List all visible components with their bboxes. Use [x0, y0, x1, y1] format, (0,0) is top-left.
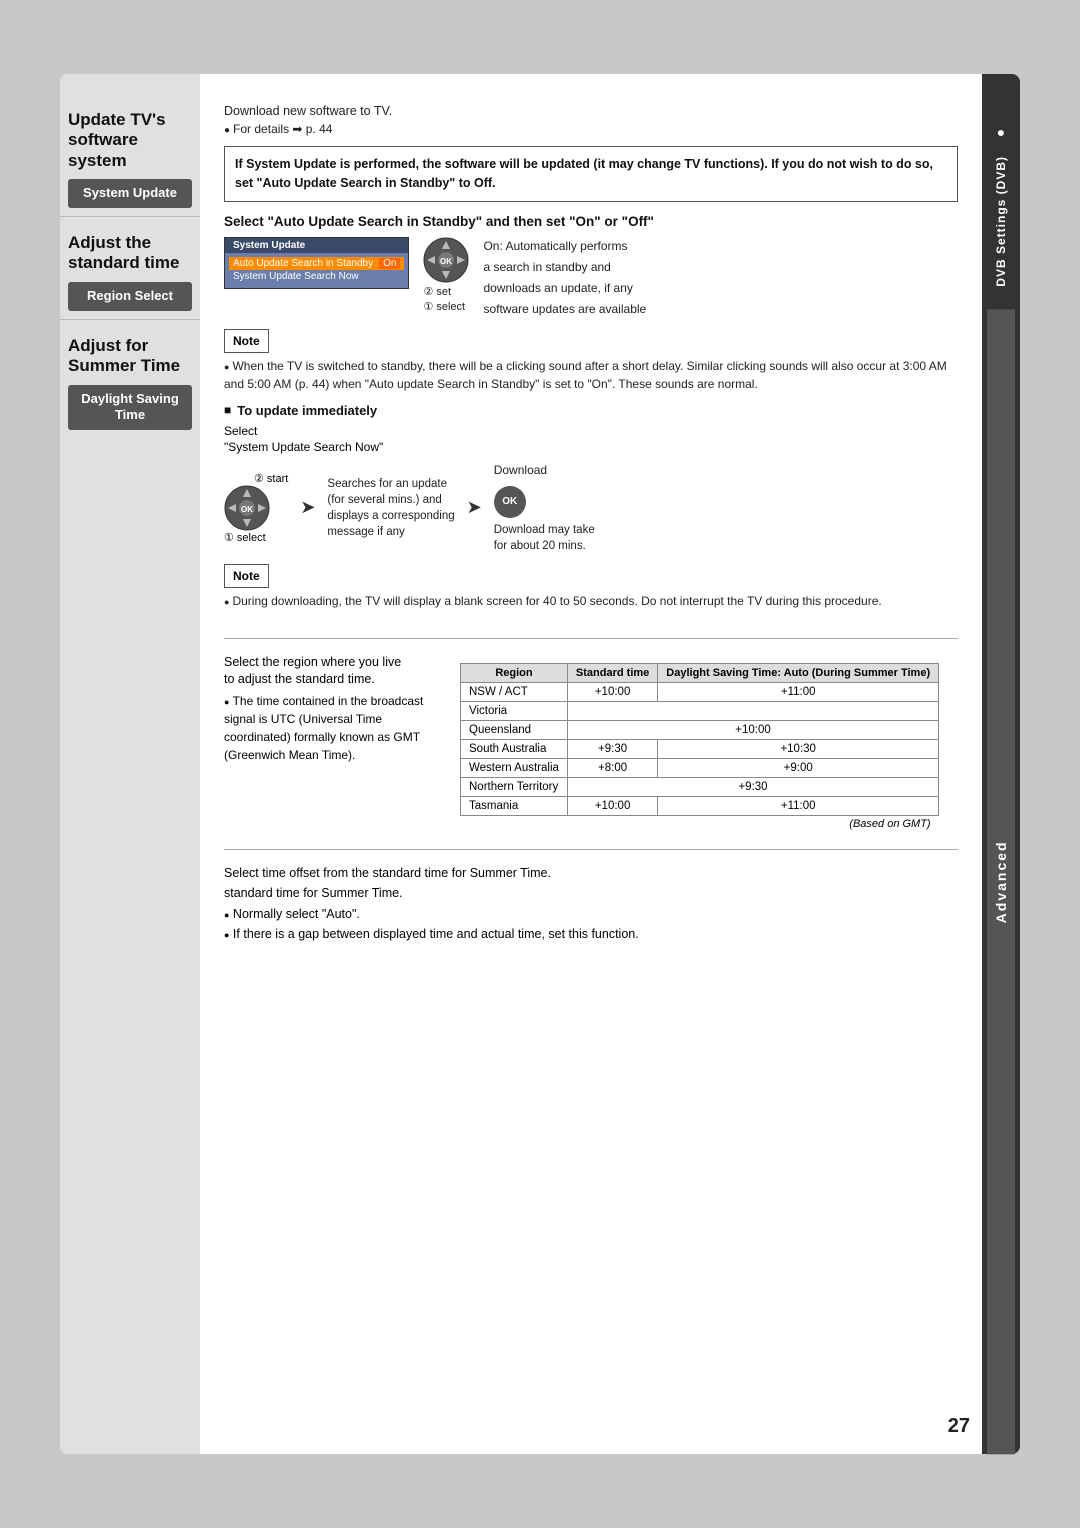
- table-note: (Based on GMT): [461, 816, 939, 834]
- dst-desc: Select time offset from the standard tim…: [224, 866, 958, 880]
- region-description: Select the region where you live to adju…: [224, 655, 444, 833]
- dpad-nav: OK ② set ① select: [423, 237, 469, 313]
- download-step: Download OK Download may take for about …: [494, 462, 595, 555]
- select-label: Select: [224, 424, 958, 438]
- standard-cell: +10:00: [567, 797, 657, 816]
- note-content-1: When the TV is switched to standby, ther…: [224, 357, 958, 393]
- page: Update TV's software system System Updat…: [60, 74, 1020, 1454]
- warning-box: If System Update is performed, the softw…: [224, 146, 958, 202]
- dpad2: ② start OK ① select: [224, 472, 288, 544]
- col-region: Region: [461, 664, 568, 683]
- note-box-1: Note When the TV is switched to standby,…: [224, 329, 958, 393]
- region-merged-cell: [567, 702, 938, 721]
- advanced-label: Advanced: [987, 309, 1015, 1454]
- menu-title: System Update: [225, 238, 408, 253]
- left-sidebar: Update TV's software system System Updat…: [60, 74, 200, 1454]
- region-merged-std: +10:00: [567, 721, 938, 740]
- right-tab: ● DVB Settings (DVB) Advanced: [982, 74, 1020, 1454]
- system-update-ui-row: System Update Auto Update Search in Stan…: [224, 237, 958, 321]
- region-cell: NSW / ACT: [461, 683, 568, 702]
- dst-cell: +11:00: [658, 797, 939, 816]
- region-cell: Victoria: [461, 702, 568, 721]
- region-cell: South Australia: [461, 740, 568, 759]
- region-sidebar-title: Adjust the standard time: [68, 233, 192, 274]
- nav-step2: ② set: [423, 285, 451, 298]
- dst-sidebar-title: Adjust for Summer Time: [68, 336, 192, 377]
- nav-step1: ① select: [423, 300, 465, 313]
- dst-cell: +10:30: [658, 740, 939, 759]
- region-desc-1: Select the region where you live: [224, 655, 444, 669]
- search-description: Searches for an update (for several mins…: [327, 476, 454, 540]
- region-merged-nt: +9:30: [567, 778, 938, 797]
- main-content: Download new software to TV. For details…: [200, 74, 982, 1454]
- dpad-icon: OK: [423, 237, 469, 283]
- region-cell: Queensland: [461, 721, 568, 740]
- on-bullets: On: Automatically performs a search in s…: [483, 237, 646, 321]
- update-section: Download new software to TV. For details…: [224, 94, 958, 639]
- region-select-box: Region Select: [68, 282, 192, 311]
- region-desc-2: to adjust the standard time.: [224, 672, 444, 686]
- page-number: 27: [948, 1415, 970, 1438]
- dst-section: Select time offset from the standard tim…: [224, 850, 958, 960]
- menu-row-auto-update: Auto Update Search in Standby On: [229, 257, 404, 270]
- menu-row-search-now: System Update Search Now: [233, 270, 400, 283]
- dst-desc2: standard time for Summer Time.: [224, 886, 958, 900]
- standard-cell: +10:00: [567, 683, 657, 702]
- details-bullet: For details ➡ p. 44: [224, 122, 958, 136]
- system-update-now: "System Update Search Now": [224, 440, 958, 454]
- dst-bullet1: Normally select "Auto".: [233, 907, 360, 921]
- dst-cell: +9:00: [658, 759, 939, 778]
- dst-bullets: ● Normally select "Auto". ● If there is …: [224, 904, 958, 944]
- dvb-dot: ●: [997, 124, 1005, 140]
- region-table: Region Standard time Daylight Saving Tim…: [460, 663, 939, 833]
- dst-box: Daylight Saving Time: [68, 385, 192, 431]
- region-section: Select the region where you live to adju…: [224, 639, 958, 850]
- col-standard: Standard time: [567, 664, 657, 683]
- svg-text:OK: OK: [241, 505, 253, 514]
- region-table-container: Region Standard time Daylight Saving Tim…: [460, 655, 939, 833]
- system-update-box: System Update: [68, 179, 192, 208]
- dst-cell: +11:00: [658, 683, 939, 702]
- arrow-1: ➤: [300, 497, 315, 518]
- region-cell: Northern Territory: [461, 778, 568, 797]
- region-cell: Tasmania: [461, 797, 568, 816]
- svg-text:OK: OK: [440, 257, 452, 266]
- note-content-2: During downloading, the TV will display …: [224, 592, 958, 610]
- region-cell: Western Australia: [461, 759, 568, 778]
- update-flow: ② start OK ① select ➤ Searches fo: [224, 462, 958, 555]
- update-sidebar-title: Update TV's software system: [68, 110, 192, 171]
- download-text: Download new software to TV.: [224, 104, 958, 118]
- dst-bullet2: If there is a gap between displayed time…: [233, 927, 639, 941]
- standard-cell: +8:00: [567, 759, 657, 778]
- note-box-2: Note During downloading, the TV will dis…: [224, 564, 958, 610]
- system-update-menu: System Update Auto Update Search in Stan…: [224, 237, 409, 289]
- dvb-label: DVB Settings (DVB): [994, 144, 1008, 299]
- subheading: To update immediately: [224, 403, 958, 418]
- select-heading: Select "Auto Update Search in Standby" a…: [224, 214, 958, 229]
- ok-button: OK: [494, 486, 526, 518]
- standard-cell: +9:30: [567, 740, 657, 759]
- dpad-icon-2: OK: [224, 485, 270, 531]
- region-bullet: ● The time contained in the broadcast si…: [224, 692, 444, 764]
- col-dst: Daylight Saving Time: Auto (During Summe…: [658, 664, 939, 683]
- arrow-2: ➤: [467, 497, 482, 518]
